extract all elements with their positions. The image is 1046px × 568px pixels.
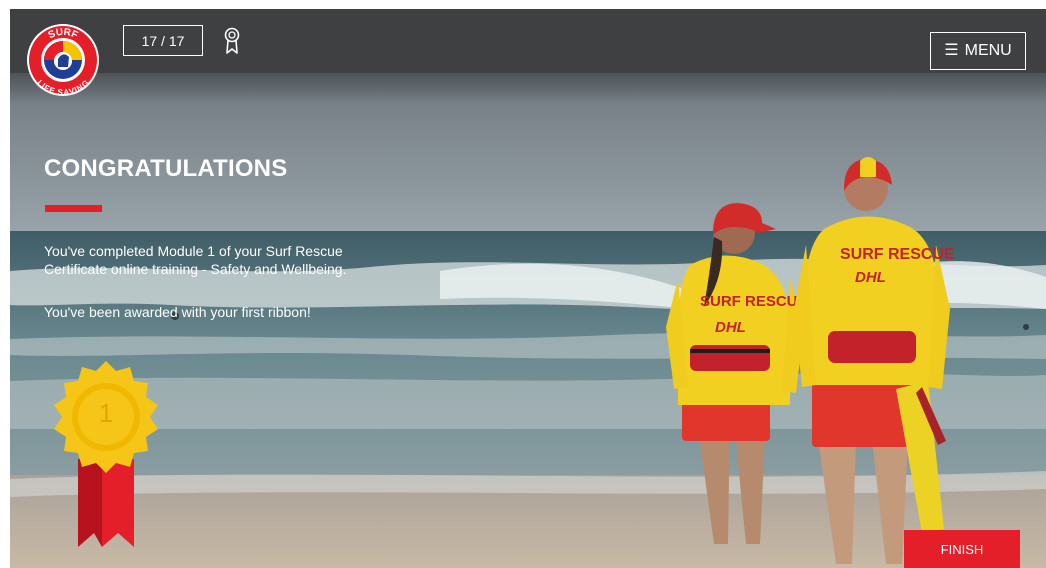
surf-life-saving-logo: SURF LIFE SAVING [27,24,99,97]
finish-button[interactable]: FINISH [904,530,1020,568]
ribbon-medal: 1 [36,359,176,554]
svg-text:DHL: DHL [855,269,886,286]
page-title: CONGRATULATIONS [44,155,288,182]
medal-icon [54,361,158,547]
ribbon-icon[interactable] [223,27,241,55]
svg-text:DHL: DHL [715,319,746,336]
progress-counter: 17 / 17 [123,25,203,56]
title-underline [45,205,102,212]
award-message: You've been awarded with your first ribb… [44,304,311,320]
svg-text:SURF RESCUE: SURF RESCUE [840,246,955,263]
completion-message-line2: Certificate online training - Safety and… [44,261,347,277]
menu-label: MENU [964,42,1012,59]
completion-message-line1: You've completed Module 1 of your Surf R… [44,243,343,259]
top-bar-shade [10,73,1046,103]
svg-text:SURF RESCUE: SURF RESCUE [700,293,808,310]
medal-number: 1 [98,398,114,428]
course-slide: SURF RESCUE DHL SURF RESCUE DHL SURF LIF… [10,9,1046,568]
completion-message: You've completed Module 1 of your Surf R… [44,242,424,278]
menu-button[interactable]: ☰ MENU [930,32,1026,70]
menu-icon: ☰ [944,42,959,59]
